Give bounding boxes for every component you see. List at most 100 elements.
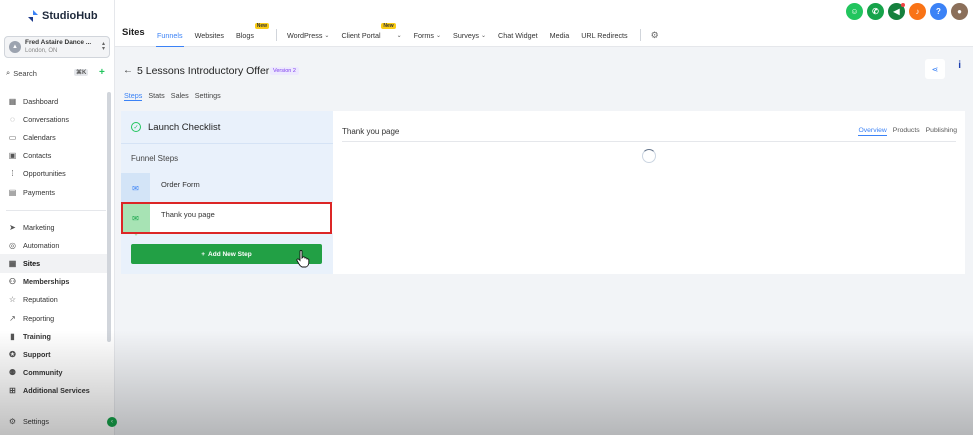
tab-label: Chat Widget (498, 30, 538, 40)
loading-spinner-icon (642, 149, 656, 163)
sidebar-item-contacts[interactable]: ▣ Contacts (0, 147, 110, 165)
sidebar-item-community[interactable]: ⚉ Community (0, 364, 110, 382)
bottom-shadow (0, 330, 973, 435)
header-actions: ☺ ✆ ◀ ♪ ? ● (846, 3, 968, 20)
sidebar-item-training[interactable]: ▮ Training (0, 327, 110, 345)
chevron-down-icon: ⌄ (481, 32, 487, 39)
tab-settings[interactable]: Settings (195, 91, 221, 101)
gear-icon[interactable]: ⚙ (651, 30, 661, 40)
tab-surveys[interactable]: Surveys ⌄ (453, 31, 486, 40)
sidebar-item-label: Dashboard (23, 96, 59, 106)
tab-wordpress[interactable]: WordPress ⌄ (287, 31, 329, 40)
star-icon: ☆ (8, 295, 17, 305)
send-icon: ➤ (9, 222, 16, 232)
sidebar-item-automation[interactable]: ◎ Automation (0, 236, 110, 254)
members-icon: ⚇ (8, 277, 17, 287)
brand-logo[interactable]: StudioHub (28, 10, 98, 22)
sidebar-item-payments[interactable]: ▤ Payments (0, 183, 110, 201)
selected-step-highlight (121, 202, 332, 234)
chat-icon: ◌ (10, 114, 15, 124)
step-detail-panel: Thank you page Overview Products Publish… (333, 111, 965, 274)
tab-funnels[interactable]: Funnels (156, 30, 184, 48)
chart-icon: ↗ (9, 313, 16, 323)
chevron-down-icon: ⌄ (324, 32, 330, 39)
new-badge: New (381, 22, 396, 29)
tab-label: Forms (413, 30, 435, 40)
sidebar-item-conversations[interactable]: ◌ Conversations (0, 110, 110, 128)
sidebar-item-settings[interactable]: ⚙ Settings (0, 412, 110, 430)
tab-media[interactable]: Media (550, 31, 570, 40)
funnel-step-order-form[interactable]: ✉ Order Form (121, 173, 333, 203)
phone-icon[interactable]: ✆ (867, 3, 884, 20)
sidebar-item-reporting[interactable]: ↗ Reporting (0, 309, 110, 327)
sidebar-item-memberships[interactable]: ⚇ Memberships (0, 273, 110, 291)
tab-client-portal[interactable]: Client Portal New (341, 22, 396, 40)
collapse-sidebar-icon[interactable]: ‹ (107, 417, 117, 427)
quick-add-icon[interactable]: + (99, 67, 105, 78)
tab-overview[interactable]: Overview (858, 127, 887, 136)
divider (342, 141, 956, 142)
tab-products[interactable]: Products (893, 127, 920, 136)
info-icon[interactable]: i (958, 60, 961, 71)
share-button[interactable]: ⋖ (925, 59, 945, 79)
sidebar-item-reputation[interactable]: ☆ Reputation (0, 291, 110, 309)
tab-label: Funnels (157, 30, 183, 40)
sidebar-item-support[interactable]: ✪ Support (0, 345, 110, 363)
sidebar-item-opportunities[interactable]: ⁞ Opportunities (0, 165, 110, 183)
avatar[interactable]: ● (951, 3, 968, 20)
page-title: Sites (122, 27, 145, 38)
tab-websites[interactable]: Websites (195, 31, 224, 40)
plus-icon: + (201, 250, 206, 258)
check-circle-icon: ✓ (131, 122, 141, 132)
tab-label: Client Portal (341, 30, 381, 40)
sidebar-item-dashboard[interactable]: ▦ Dashboard (0, 92, 110, 110)
tab-separator (639, 29, 641, 41)
sidebar-item-label: Settings (23, 416, 49, 426)
tab-url-redirects[interactable]: URL Redirects (581, 31, 627, 40)
more-tabs-dropdown[interactable]: ⌄ (397, 32, 402, 39)
sites-tabs: Funnels Websites Blogs New WordPress ⌄ Cli… (156, 22, 661, 48)
search-label: Search (13, 68, 37, 78)
tab-publishing[interactable]: Publishing (926, 127, 957, 136)
location-name: Fred Astaire Dance ... (25, 39, 92, 46)
sidebar-item-label: Contacts (23, 151, 52, 161)
help-icon[interactable]: ? (930, 3, 947, 20)
step-page-name: Thank you page (342, 127, 400, 136)
contact-icon[interactable]: ☺ (846, 3, 863, 20)
tab-stats[interactable]: Stats (148, 91, 164, 101)
sidebar-item-marketing[interactable]: ➤ Marketing (0, 218, 110, 236)
tab-steps[interactable]: Steps (124, 91, 143, 101)
tab-chat-widget[interactable]: Chat Widget (498, 31, 538, 40)
megaphone-icon[interactable]: ◀ (888, 3, 905, 20)
step-detail-tabs: Overview Products Publishing (858, 127, 957, 136)
cart-icon: ⊞ (9, 386, 16, 396)
launch-checklist[interactable]: ✓ Launch Checklist (121, 111, 333, 144)
tab-separator (276, 29, 277, 41)
location-switcher[interactable]: ▲ Fred Astaire Dance ... London, ON ▴ ▾ (4, 36, 110, 58)
sidebar-item-label: Additional Services (23, 386, 90, 396)
sidebar-item-label: Reputation (23, 295, 58, 305)
add-new-step-button[interactable]: + Add New Step (131, 244, 322, 264)
sidebar-item-additional-services[interactable]: ⊞ Additional Services (0, 382, 110, 400)
add-new-step-label: Add New Step (208, 250, 252, 258)
sidebar-item-calendars[interactable]: ▭ Calendars (0, 128, 110, 146)
tab-blogs[interactable]: Blogs New (236, 22, 269, 40)
funnel-steps-heading: Funnel Steps (131, 154, 179, 163)
tab-sales[interactable]: Sales (171, 91, 189, 101)
share-icon: ⋖ (931, 64, 939, 74)
chevron-down-icon: ⌄ (396, 32, 402, 39)
bell-icon[interactable]: ♪ (909, 3, 926, 20)
calendar-icon: ▭ (8, 132, 17, 142)
grid-icon: ▦ (8, 96, 17, 106)
tab-forms[interactable]: Forms ⌄ (414, 31, 441, 40)
sidebar-item-label: Reporting (23, 313, 55, 323)
step-label: Order Form (161, 180, 200, 189)
back-arrow-icon[interactable]: ← (123, 65, 133, 76)
sidebar-item-sites[interactable]: ▦ Sites (0, 254, 110, 273)
sidebar-item-label: Community (23, 368, 63, 378)
logo-icon (28, 10, 38, 22)
tab-label: Websites (194, 30, 225, 40)
tab-label: URL Redirects (581, 30, 628, 40)
sidebar-scrollbar[interactable] (107, 92, 111, 342)
sidebar-nav-primary: ▦ Dashboard ◌ Conversations ▭ Calendars ▣ Co… (0, 92, 110, 201)
